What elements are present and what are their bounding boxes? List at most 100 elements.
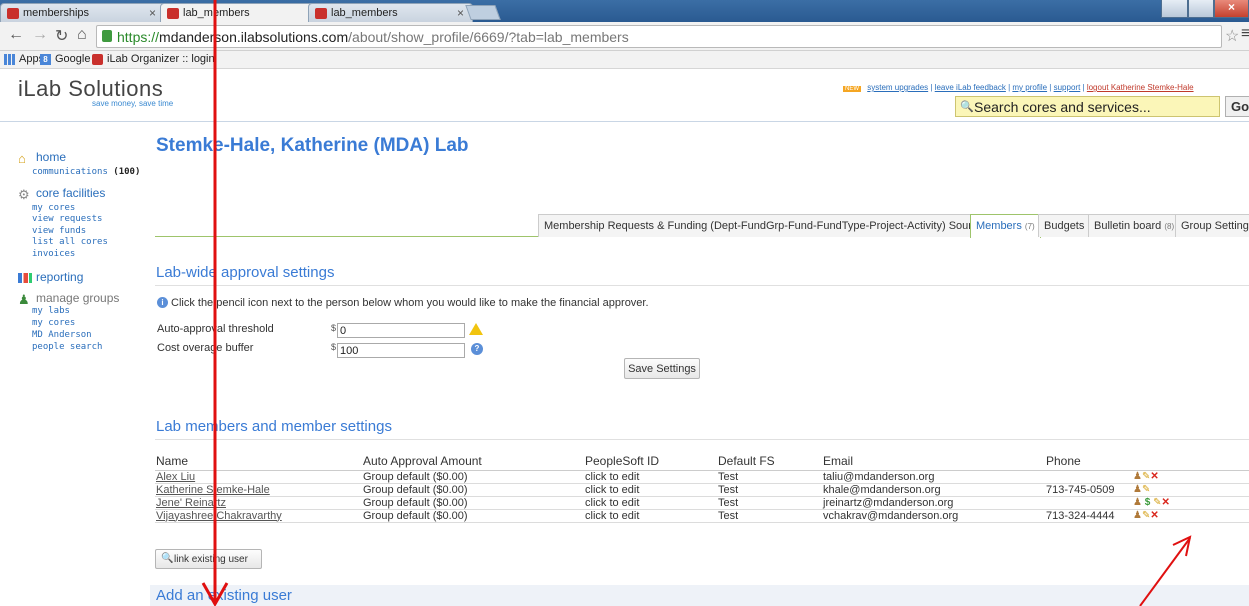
sidebar-item-invoices[interactable]: invoices <box>32 249 75 259</box>
member-name-link[interactable]: Alex Liu <box>156 471 195 483</box>
browser-tab-lab-members[interactable]: lab_members × <box>308 3 473 22</box>
threshold-label: Auto-approval threshold <box>157 323 274 335</box>
sidebar-item-my-cores-manage[interactable]: my cores <box>32 318 75 328</box>
row-actions: ♟✎✕ <box>1132 470 1249 484</box>
help-icon[interactable]: ? <box>471 343 483 355</box>
browser-tab-memberships[interactable]: memberships × <box>0 3 165 22</box>
warning-icon <box>469 323 483 335</box>
minimize-button[interactable] <box>1161 0 1188 18</box>
forward-arrow-icon[interactable]: → <box>32 26 48 44</box>
pencil-icon[interactable]: ✎ <box>1142 484 1150 495</box>
buffer-input[interactable] <box>337 343 465 358</box>
sidebar-item-communications[interactable]: communications (100) <box>32 167 140 177</box>
tab-title: lab_members <box>331 7 398 19</box>
approval-hint: i Click the pencil icon next to the pers… <box>157 297 649 309</box>
bookmark-star-icon[interactable]: ☆ <box>1225 26 1239 46</box>
phone-cell: 713-745-0509 <box>1045 483 1132 497</box>
tab-group-settings[interactable]: Group Settings <box>1175 214 1249 237</box>
delete-icon[interactable]: ✕ <box>1150 510 1158 521</box>
table-row: Katherine Stemke-Hale Group default ($0.… <box>155 483 1249 497</box>
lab-tabs: Membership Requests & Funding (Dept-Fund… <box>155 210 1249 238</box>
currency-symbol: $ <box>331 342 337 352</box>
column-header: Default FS <box>717 453 822 471</box>
sidebar-item-my-labs[interactable]: my labs <box>32 306 70 316</box>
phone-cell: 713-324-4444 <box>1045 509 1132 523</box>
dollar-icon[interactable]: $ <box>1145 497 1151 508</box>
threshold-input[interactable] <box>337 323 465 338</box>
sidebar-item-core-facilities[interactable]: ⚙ core facilities <box>18 186 105 202</box>
link-feedback[interactable]: leave iLab feedback <box>935 83 1006 92</box>
email-cell: taliu@mdanderson.org <box>822 470 1045 484</box>
bookmark-ilab-organizer[interactable]: iLab Organizer :: login <box>92 53 215 65</box>
people-icon: ♟ <box>18 292 30 307</box>
user-icon[interactable]: ♟ <box>1133 471 1142 482</box>
sidebar-item-view-funds[interactable]: view funds <box>32 226 86 236</box>
new-badge: NEW <box>843 86 861 92</box>
page-title: Stemke-Hale, Katherine (MDA) Lab <box>156 135 469 156</box>
delete-icon[interactable]: ✕ <box>1161 497 1169 508</box>
maximize-button[interactable] <box>1188 0 1214 18</box>
phone-cell <box>1045 496 1132 510</box>
search-input[interactable]: 🔍 Search cores and services... <box>955 96 1220 117</box>
sidebar-item-list-all-cores[interactable]: list all cores <box>32 237 108 247</box>
header-divider <box>0 121 1249 122</box>
communications-count: (100) <box>113 167 141 177</box>
user-icon[interactable]: ♟ <box>1133 484 1142 495</box>
member-name-link[interactable]: Jene' Reinartz <box>156 497 226 509</box>
table-row: Alex Liu Group default ($0.00) click to … <box>155 470 1249 484</box>
bookmark-google[interactable]: 8 Google <box>40 53 90 65</box>
bookmark-apps[interactable]: Apps <box>4 53 44 65</box>
link-system-upgrades[interactable]: system upgrades <box>867 83 928 92</box>
browser-tab-bar: memberships × lab_members × lab_members … <box>0 0 1249 23</box>
tab-membership-requests[interactable]: Membership Requests & Funding (Dept-Fund… <box>538 214 996 237</box>
lock-icon <box>102 30 112 42</box>
sidebar-item-view-requests[interactable]: view requests <box>32 214 102 224</box>
member-name-link[interactable]: Vijayashree Chakravarthy <box>156 510 282 522</box>
delete-icon[interactable]: ✕ <box>1150 471 1158 482</box>
home-icon[interactable]: ⌂ <box>77 26 87 44</box>
sidebar-item-my-cores[interactable]: my cores <box>32 203 75 213</box>
tab-bulletin-board[interactable]: Bulletin board (8) <box>1088 214 1181 237</box>
peoplesoft-id-cell[interactable]: click to edit <box>584 470 717 484</box>
sidebar-item-manage-groups[interactable]: ♟ manage groups <box>18 291 119 307</box>
browser-tab-lab-members-active[interactable]: lab_members × <box>160 3 325 23</box>
sidebar-item-people-search[interactable]: people search <box>32 342 102 352</box>
member-name-link[interactable]: Katherine Stemke-Hale <box>156 484 270 496</box>
link-support[interactable]: support <box>1054 83 1081 92</box>
reload-icon[interactable]: ↻ <box>55 26 68 46</box>
apps-grid-icon <box>4 54 15 65</box>
sidebar-item-md-anderson[interactable]: MD Anderson <box>32 330 92 340</box>
close-icon[interactable]: × <box>457 6 464 20</box>
column-header: PeopleSoft ID <box>584 453 717 471</box>
window-close-button[interactable]: × <box>1214 0 1249 18</box>
link-my-profile[interactable]: my profile <box>1012 83 1047 92</box>
save-settings-button[interactable]: Save Settings <box>624 358 700 379</box>
user-icon[interactable]: ♟ <box>1133 510 1142 521</box>
tab-budgets[interactable]: Budgets <box>1038 214 1091 237</box>
peoplesoft-id-cell[interactable]: click to edit <box>584 483 717 497</box>
menu-icon[interactable]: ≡ <box>1241 25 1249 43</box>
link-logout[interactable]: logout Katherine Stemke-Hale <box>1087 83 1194 92</box>
search-icon: 🔍 <box>161 553 174 564</box>
peoplesoft-id-cell[interactable]: click to edit <box>584 496 717 510</box>
close-icon[interactable]: × <box>149 6 156 20</box>
url-host: mdanderson.ilabsolutions.com <box>159 29 349 45</box>
column-header: Email <box>822 453 1045 471</box>
row-actions: ♟ $ ✎✕ <box>1132 496 1249 510</box>
ilab-icon <box>315 8 327 19</box>
peoplesoft-id-cell[interactable]: click to edit <box>584 509 717 523</box>
ilab-icon <box>92 54 103 65</box>
row-actions: ♟✎✕ <box>1132 509 1249 523</box>
new-tab-button[interactable] <box>465 5 501 20</box>
sidebar-item-reporting[interactable]: reporting <box>18 270 83 284</box>
tab-title: lab_members <box>183 7 250 19</box>
bar-chart-icon <box>18 273 32 283</box>
tab-members[interactable]: Members (7) <box>970 214 1041 238</box>
back-arrow-icon[interactable]: ← <box>8 26 24 44</box>
sidebar-item-home[interactable]: ⌂ home <box>18 150 66 166</box>
address-bar[interactable]: https://mdanderson.ilabsolutions.com/abo… <box>96 25 1222 48</box>
user-icon[interactable]: ♟ <box>1133 497 1142 508</box>
go-button[interactable]: Go! <box>1225 96 1249 117</box>
link-existing-user-button[interactable]: 🔍 link existing user <box>155 549 262 569</box>
phone-cell <box>1045 470 1132 484</box>
